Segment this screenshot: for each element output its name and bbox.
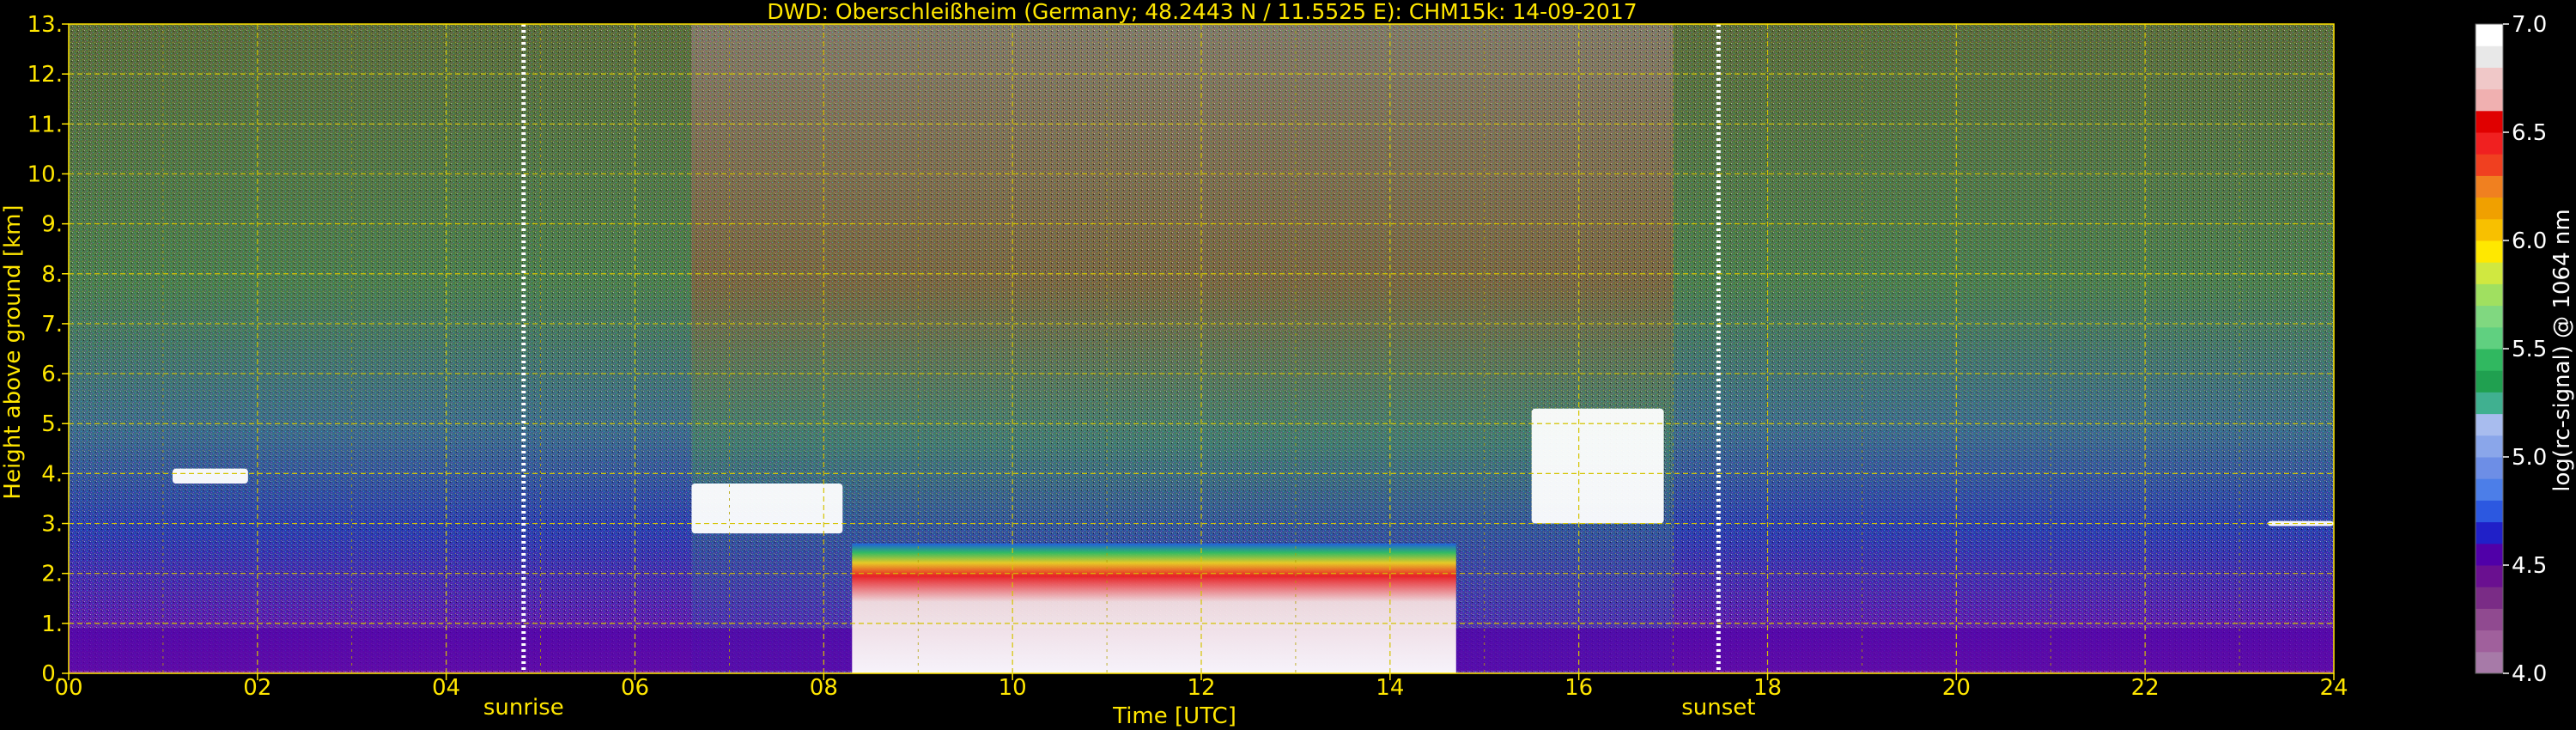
- colorbar-segment-26: [2476, 88, 2503, 112]
- colorbar-segment-10: [2476, 435, 2503, 458]
- colorbar-segment-29: [2476, 24, 2503, 46]
- sunset-label: sunset: [1681, 695, 1755, 721]
- y-tick-label-9: 9.: [41, 212, 63, 238]
- cb-tick-label-4: 6.0: [2512, 228, 2547, 254]
- colorbar-segment-20: [2476, 218, 2503, 241]
- cb-tick-label-1: 4.5: [2512, 553, 2547, 579]
- cb-tick-label-2: 5.0: [2512, 445, 2547, 471]
- colorbar-label: log(rc-signal) @ 1064 nm: [2549, 209, 2575, 491]
- y-tick-label-12: 12.: [27, 62, 63, 88]
- chart: DWD: Oberschleißheim (Germany; 48.2443 N…: [0, 0, 2575, 729]
- colorbar: [2475, 23, 2504, 674]
- x-tick-label-4: 08: [810, 675, 838, 701]
- x-tick-label-1: 02: [243, 675, 271, 701]
- feature-cloud-2: [172, 468, 248, 484]
- y-tick-label-2: 2.: [41, 562, 63, 587]
- cb-tick-label-3: 5.5: [2512, 337, 2547, 362]
- x-tick-label-2: 04: [432, 675, 460, 701]
- y-tick-label-6: 6.: [41, 362, 63, 387]
- colorbar-segment-21: [2476, 197, 2503, 220]
- colorbar-segment-19: [2476, 240, 2503, 263]
- x-tick-label-7: 14: [1376, 675, 1404, 701]
- x-tick-labels: 00 02 04 06 08 10 12 14 16 18 20 22 24: [54, 673, 2348, 701]
- x-tick-label-11: 22: [2131, 675, 2160, 701]
- y-tick-label-10: 10.: [27, 161, 63, 187]
- colorbar-segment-9: [2476, 457, 2503, 479]
- colorbar-segment-1: [2476, 630, 2503, 653]
- x-tick-label-9: 18: [1753, 675, 1782, 701]
- cb-tick-label-6: 7.0: [2512, 12, 2547, 38]
- colorbar-segment-18: [2476, 262, 2503, 284]
- x-tick-label-3: 06: [621, 675, 649, 701]
- colorbar-segment-8: [2476, 478, 2503, 501]
- colorbar-segment-17: [2476, 283, 2503, 307]
- y-tick-label-1: 1.: [41, 611, 63, 637]
- y-tick-label-11: 11.: [27, 112, 63, 137]
- y-axis-label: Height above ground [km]: [0, 204, 26, 499]
- colorbar-segment-15: [2476, 326, 2503, 350]
- x-tick-label-6: 12: [1187, 675, 1215, 701]
- x-tick-label-8: 16: [1564, 675, 1593, 701]
- colorbar-segment-13: [2476, 370, 2503, 392]
- cb-tick-label-5: 6.5: [2512, 120, 2547, 146]
- sunrise-label: sunrise: [483, 695, 564, 721]
- x-tick-label-0: 00: [54, 675, 82, 701]
- y-tick-labels: 0.1.2.3.4.5.6.7.8.9.10.11.12.13.: [27, 12, 69, 687]
- y-tick-label-7: 7.: [41, 312, 63, 338]
- y-tick-label-4: 4.: [41, 461, 63, 487]
- colorbar-segment-5: [2476, 543, 2503, 566]
- colorbar-segment-14: [2476, 349, 2503, 371]
- x-axis-label: Time [UTC]: [1112, 703, 1236, 729]
- colorbar-segment-24: [2476, 132, 2503, 155]
- feature-cloud-4: [1531, 408, 1664, 524]
- colorbar-segment-12: [2476, 392, 2503, 415]
- colorbar-segment-7: [2476, 500, 2503, 523]
- colorbar-segment-23: [2476, 154, 2503, 176]
- colorbar-segment-22: [2476, 175, 2503, 198]
- feature-cloud-3: [691, 484, 843, 534]
- y-tick-label-5: 5.: [41, 411, 63, 437]
- x-tick-label-10: 20: [1942, 675, 1971, 701]
- colorbar-segment-6: [2476, 521, 2503, 544]
- colorbar-segment-25: [2476, 110, 2503, 133]
- y-tick-label-3: 3.: [41, 512, 63, 538]
- colorbar-segment-28: [2476, 46, 2503, 68]
- colorbar-tick-labels: 4.0 4.5 5.0 5.5 6.0 6.5 7.0: [2503, 12, 2547, 687]
- x-tick-label-5: 10: [999, 675, 1027, 701]
- cb-tick-label-0: 4.0: [2512, 661, 2547, 687]
- x-tick-label-12: 24: [2319, 675, 2348, 701]
- colorbar-segment-2: [2476, 608, 2503, 631]
- y-tick-label-8: 8.: [41, 262, 63, 288]
- colorbar-segment-27: [2476, 67, 2503, 90]
- feature-boundary-layer-1: [852, 543, 1456, 673]
- colorbar-segment-3: [2476, 587, 2503, 609]
- colorbar-segment-16: [2476, 305, 2503, 328]
- colorbar-segment-11: [2476, 413, 2503, 436]
- colorbar-segment-4: [2476, 565, 2503, 587]
- chart-title: DWD: Oberschleißheim (Germany; 48.2443 N…: [767, 0, 1637, 24]
- y-tick-label-13: 13.: [27, 12, 63, 38]
- colorbar-segment-0: [2476, 651, 2503, 674]
